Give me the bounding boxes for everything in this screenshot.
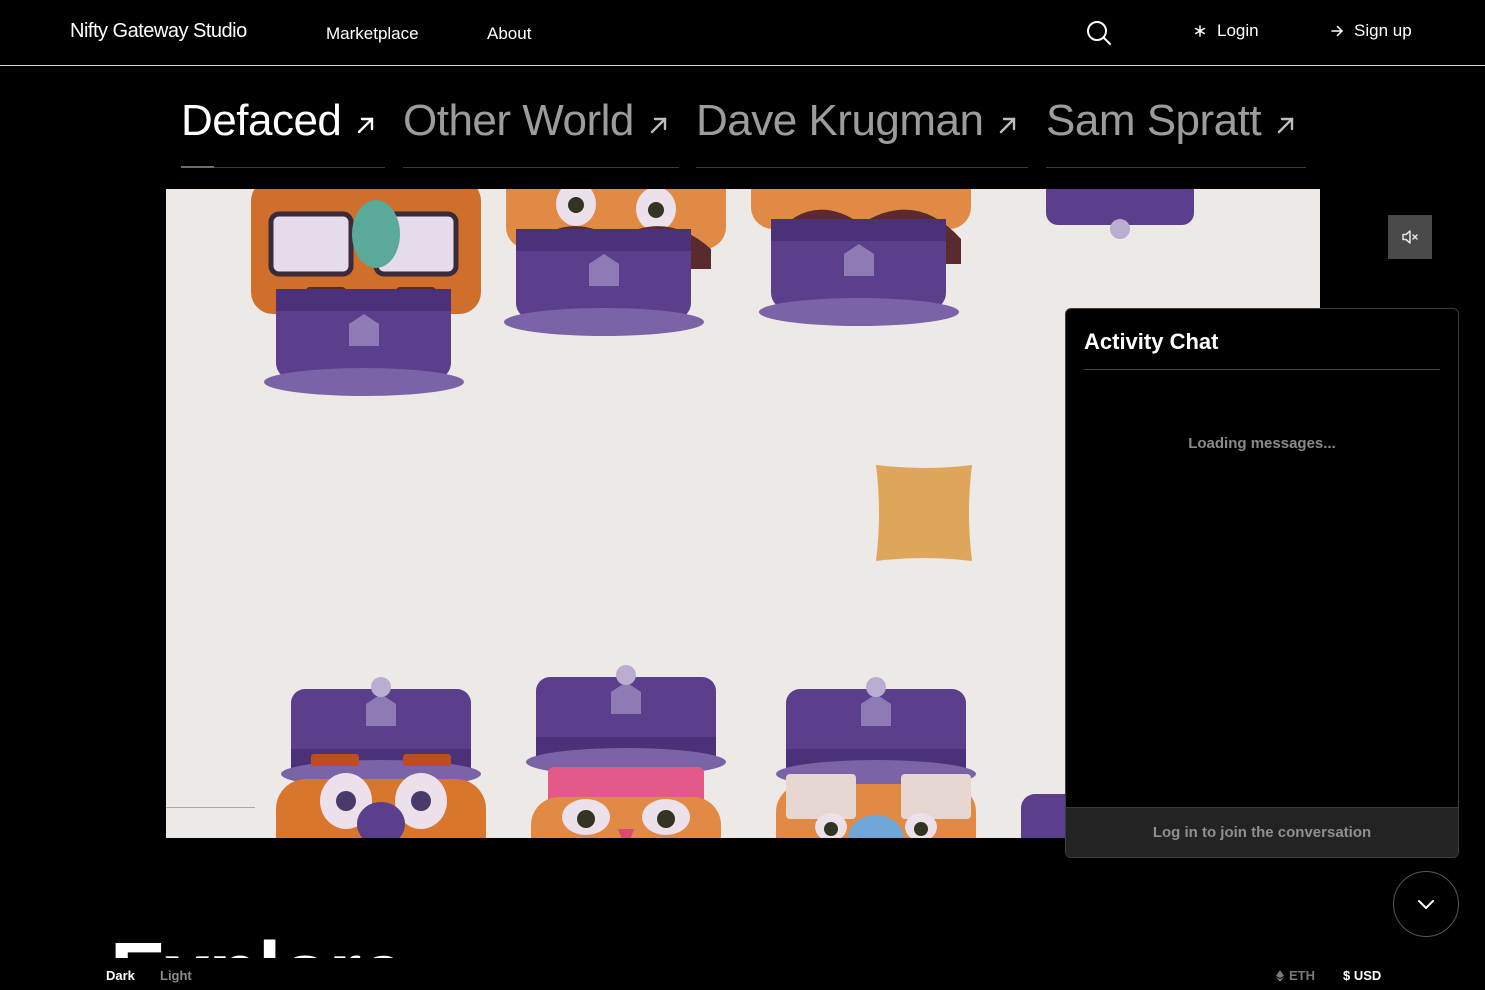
arrow-up-right-icon	[358, 117, 374, 134]
activity-chat-panel: Activity Chat Loading messages... Log in…	[1065, 308, 1459, 858]
search-icon[interactable]	[1086, 20, 1112, 46]
eth-icon	[1276, 969, 1284, 982]
asterisk-icon	[1194, 25, 1206, 37]
nav-about[interactable]: About	[487, 24, 531, 44]
arrow-right-icon	[1331, 25, 1343, 37]
signup-label: Sign up	[1354, 21, 1412, 40]
tab-label: Other World	[403, 96, 634, 145]
scroll-down-button[interactable]	[1393, 871, 1459, 937]
arrow-up-right-icon	[1000, 117, 1016, 134]
nav-marketplace[interactable]: Marketplace	[326, 24, 419, 44]
currency-usd-option[interactable]: $ USD	[1343, 968, 1381, 983]
tab-other-world[interactable]: Other World	[403, 96, 679, 168]
collection-tabs: Defaced Other World Dave Krugman Sam Spr…	[181, 96, 1306, 170]
tab-progress-bar	[181, 166, 214, 168]
theme-dark-option[interactable]: Dark	[106, 968, 135, 983]
tab-label: Dave Krugman	[696, 96, 984, 145]
login-button[interactable]: Login	[1193, 21, 1259, 41]
signup-button[interactable]: Sign up	[1330, 21, 1412, 41]
tab-defaced[interactable]: Defaced	[181, 96, 385, 168]
tab-label: Defaced	[181, 96, 342, 145]
mute-icon	[1402, 230, 1418, 244]
arrow-up-right-icon	[650, 117, 667, 134]
tab-dave-krugman[interactable]: Dave Krugman	[696, 96, 1028, 168]
video-progress-track[interactable]	[166, 807, 255, 808]
currency-eth-label: ETH	[1289, 968, 1315, 983]
bottom-bar: Dark Light ETH $ USD	[0, 958, 1485, 990]
chat-login-prompt[interactable]: Log in to join the conversation	[1066, 807, 1458, 857]
chat-title: Activity Chat	[1084, 329, 1219, 354]
theme-light-option[interactable]: Light	[160, 968, 192, 983]
chevron-down-icon	[1418, 900, 1434, 909]
login-label: Login	[1217, 21, 1259, 40]
arrow-up-right-icon	[1277, 117, 1294, 134]
mute-button[interactable]	[1388, 215, 1432, 259]
logo[interactable]: Nifty Gateway Studio	[70, 20, 247, 43]
tab-label: Sam Spratt	[1046, 96, 1262, 145]
tab-sam-spratt[interactable]: Sam Spratt	[1046, 96, 1306, 168]
currency-eth-option[interactable]: ETH	[1276, 968, 1315, 983]
explore-heading: Explore	[110, 930, 404, 960]
chat-loading-text: Loading messages...	[1188, 435, 1336, 452]
top-nav: Nifty Gateway Studio Marketplace About L…	[0, 0, 1485, 66]
chat-divider	[1084, 369, 1440, 370]
